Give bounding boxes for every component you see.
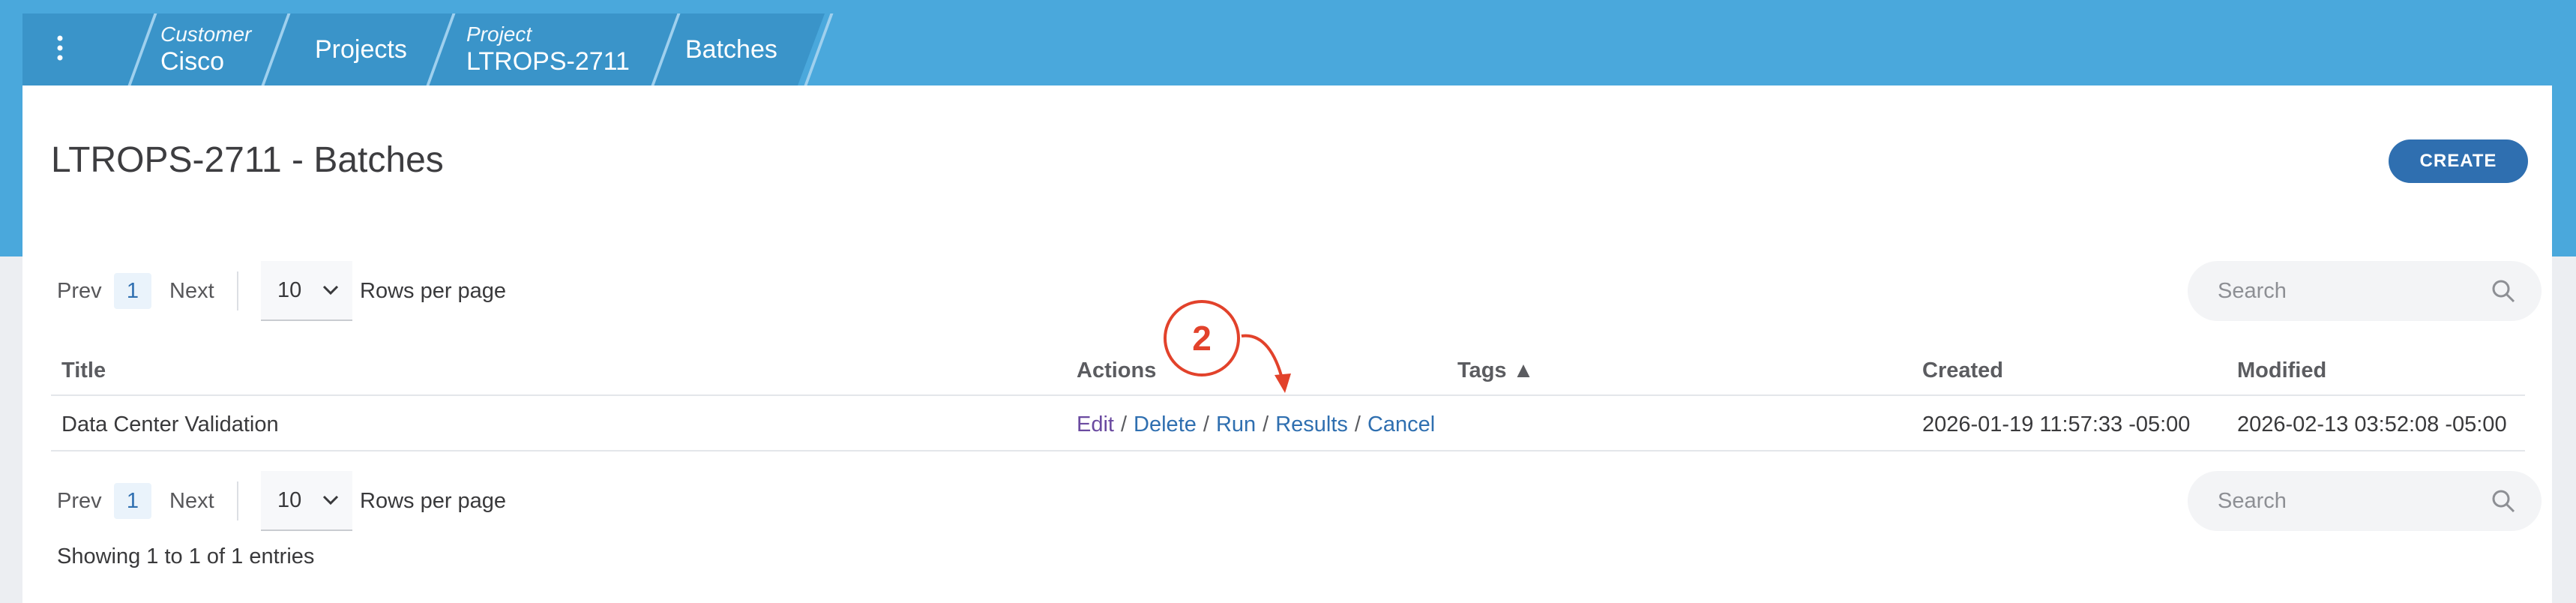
results-link[interactable]: Results: [1275, 412, 1348, 436]
search-placeholder: Search: [2218, 488, 2287, 513]
edit-link[interactable]: Edit: [1077, 412, 1114, 436]
pagination-bottom: Prev 1 Next 10 Rows per page: [51, 471, 506, 531]
column-actions: Actions: [1077, 358, 1157, 382]
search-placeholder: Search: [2218, 278, 2287, 303]
breadcrumb-project-label: Project: [466, 22, 532, 46]
breadcrumb-batches-label[interactable]: Batches: [685, 35, 805, 64]
table-header: Title Actions Tags ▲ Created Modified: [51, 342, 2525, 396]
breadcrumb-customer-label: Customer: [160, 22, 252, 46]
search-icon[interactable]: [2491, 278, 2516, 304]
delete-link[interactable]: Delete: [1134, 412, 1197, 436]
breadcrumb-batches[interactable]: Batches: [685, 14, 805, 86]
column-title[interactable]: Title: [61, 358, 106, 383]
search-icon[interactable]: [2491, 488, 2516, 514]
rows-per-page-label: Rows per page: [360, 488, 507, 513]
prev-page-button[interactable]: Prev: [51, 279, 114, 304]
page-number-button[interactable]: 1: [114, 483, 151, 519]
chevron-down-icon: [322, 285, 339, 296]
search-input-bottom[interactable]: Search: [2188, 471, 2542, 531]
column-created[interactable]: Created: [1922, 358, 2003, 383]
rows-per-page-value: 10: [277, 488, 302, 512]
row-created: 2026-01-19 11:57:33 -05:00: [1922, 412, 2191, 436]
prev-page-button[interactable]: Prev: [51, 489, 114, 514]
table-row: Data Center Validation Edit / Delete / Run / R…: [51, 396, 2525, 452]
column-modified[interactable]: Modified: [2237, 358, 2326, 383]
breadcrumb-projects-label[interactable]: Projects: [315, 35, 450, 64]
rows-per-page-label: Rows per page: [360, 278, 507, 303]
pager-divider: [237, 272, 238, 310]
breadcrumb-project[interactable]: Project LTROPS-2711: [466, 14, 661, 86]
breadcrumb-project-value[interactable]: LTROPS-2711: [466, 46, 661, 76]
run-link[interactable]: Run: [1216, 412, 1256, 436]
kebab-icon[interactable]: [55, 33, 64, 67]
entries-info: Showing 1 to 1 of 1 entries: [57, 544, 315, 568]
rows-per-page-value: 10: [277, 278, 302, 302]
page-title: LTROPS-2711 - Batches: [51, 140, 444, 180]
next-page-button[interactable]: Next: [169, 489, 229, 514]
row-title: Data Center Validation: [61, 412, 279, 436]
row-modified: 2026-02-13 03:52:08 -05:00: [2237, 412, 2507, 436]
search-input-top[interactable]: Search: [2188, 261, 2542, 321]
breadcrumb: Customer Cisco Projects Project LTROPS-2…: [22, 14, 834, 86]
cancel-link[interactable]: Cancel: [1367, 412, 1435, 436]
row-actions: Edit / Delete / Run / Results / Cancel: [1077, 412, 1436, 436]
breadcrumb-menu[interactable]: [22, 14, 97, 86]
rows-per-page-select[interactable]: 10: [261, 261, 352, 321]
column-tags[interactable]: Tags ▲: [1457, 358, 1534, 383]
pagination-top: Prev 1 Next 10 Rows per page: [51, 261, 506, 321]
main-panel: LTROPS-2711 - Batches CREATE Prev 1 Next…: [22, 86, 2552, 603]
page-number-button[interactable]: 1: [114, 273, 151, 309]
rows-per-page-select[interactable]: 10: [261, 471, 352, 531]
chevron-down-icon: [322, 495, 339, 506]
create-button[interactable]: CREATE: [2389, 140, 2528, 183]
next-page-button[interactable]: Next: [169, 279, 229, 304]
pager-divider: [237, 482, 238, 520]
